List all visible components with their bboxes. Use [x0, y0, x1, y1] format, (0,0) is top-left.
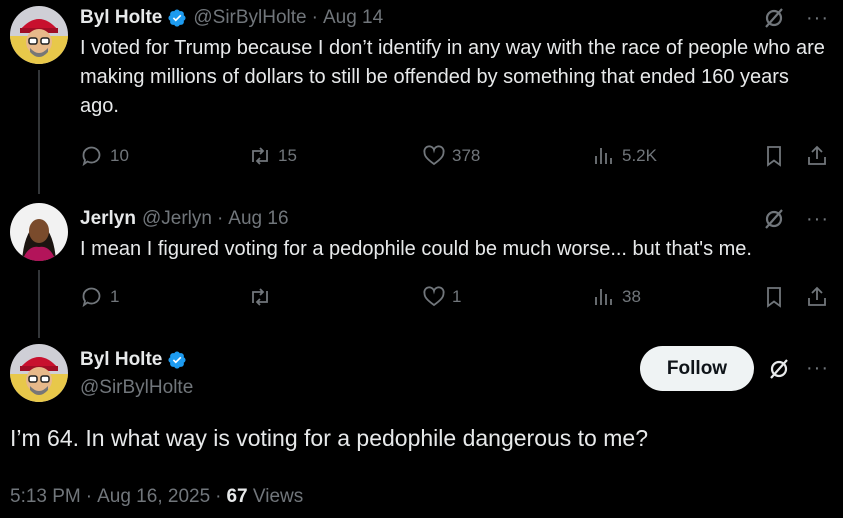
tweet[interactable]: Jerlyn @Jerlyn · Aug 16 ··· I mean I fig… [80, 205, 829, 264]
more-icon[interactable]: ··· [806, 358, 829, 378]
views-count: 38 [622, 287, 641, 306]
reply-icon [82, 287, 101, 308]
views-button[interactable]: 38 [592, 285, 641, 309]
grok-icon[interactable] [767, 357, 791, 381]
tweet-date[interactable]: Aug 16 [228, 208, 288, 230]
avatar[interactable] [10, 344, 68, 402]
more-icon[interactable]: ··· [806, 8, 829, 28]
share-icon [808, 145, 826, 165]
tweet-text: I mean I figured voting for a pedophile … [80, 238, 752, 260]
tweet-time[interactable]: 5:13 PM [10, 486, 81, 507]
separator-dot: · [85, 486, 93, 507]
repost-button[interactable] [248, 285, 278, 309]
thread-line [38, 70, 40, 194]
tweet-text: I voted for Trump because I don’t identi… [80, 37, 825, 117]
grok-icon[interactable] [762, 207, 786, 231]
reply-button[interactable]: 10 [80, 144, 129, 168]
repost-count: 15 [278, 146, 297, 165]
more-icon[interactable]: ··· [806, 209, 829, 229]
tweet-full-date[interactable]: Aug 16, 2025 [97, 486, 210, 507]
repost-icon [252, 147, 268, 165]
share-button[interactable] [805, 144, 829, 168]
views-icon [595, 148, 612, 164]
share-button[interactable] [805, 285, 829, 309]
author-handle[interactable]: @Jerlyn [142, 208, 212, 230]
author-name[interactable]: Jerlyn [80, 208, 136, 230]
bookmark-icon [767, 287, 781, 308]
repost-icon [252, 288, 268, 306]
reply-count: 10 [110, 146, 129, 165]
like-button[interactable]: 1 [422, 285, 461, 309]
author-handle[interactable]: @SirBylHolte [80, 377, 193, 399]
bookmark-button[interactable] [762, 144, 786, 168]
separator-dot: · [216, 208, 224, 229]
follow-button[interactable]: Follow [640, 346, 754, 391]
avatar[interactable] [10, 6, 68, 64]
author-name[interactable]: Byl Holte [80, 349, 162, 371]
action-bar: 1 1 38 [0, 284, 843, 310]
verified-badge-icon [168, 9, 186, 27]
avatar[interactable] [10, 203, 68, 261]
views-icon [595, 289, 612, 305]
like-count: 1 [452, 287, 462, 306]
like-icon [423, 145, 445, 166]
like-count: 378 [452, 146, 481, 165]
tweet-meta: 5:13 PM · Aug 16, 2025 · 67 Views [10, 486, 303, 508]
reply-count: 1 [110, 287, 120, 306]
share-icon [808, 286, 826, 306]
tweet-header: Jerlyn @Jerlyn · Aug 16 ··· [80, 205, 829, 233]
tweet-header: Byl Holte @SirBylHolte · Aug 14 ··· [80, 4, 829, 32]
separator-dot: · [215, 486, 222, 507]
bookmark-button[interactable] [762, 285, 786, 309]
repost-button[interactable]: 15 [248, 144, 297, 168]
author-handle[interactable]: @SirBylHolte [193, 7, 306, 29]
views-label: Views [252, 486, 304, 507]
tweet-text: I’m 64. In what way is voting for a pedo… [10, 425, 648, 451]
views-count: 67 [226, 486, 248, 507]
like-icon [423, 286, 445, 307]
tweet-date[interactable]: Aug 14 [323, 7, 383, 29]
verified-badge-icon [168, 351, 186, 369]
separator-dot: · [311, 7, 318, 28]
reply-icon [82, 146, 101, 167]
views-count: 5.2K [622, 146, 657, 165]
author-name[interactable]: Byl Holte [80, 7, 162, 29]
grok-icon[interactable] [762, 6, 786, 30]
reply-button[interactable]: 1 [80, 285, 119, 309]
like-button[interactable]: 378 [422, 144, 480, 168]
bookmark-icon [767, 146, 781, 167]
action-bar: 10 15 378 5.2K [0, 143, 843, 169]
tweet[interactable]: Byl Holte @SirBylHolte · Aug 14 ··· I vo… [80, 4, 829, 121]
main-author: Byl Holte @SirBylHolte [80, 346, 193, 399]
views-button[interactable]: 5.2K [592, 144, 657, 168]
